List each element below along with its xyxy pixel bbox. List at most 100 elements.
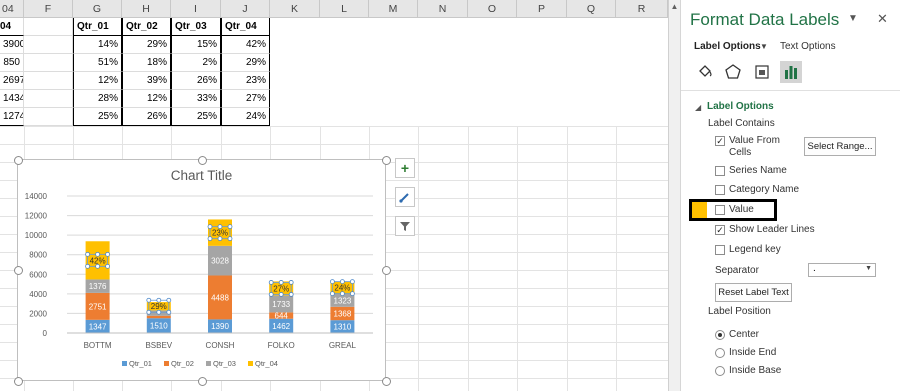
- tab-label-options[interactable]: Label Options: [694, 41, 761, 52]
- show-leader-lines-checkbox[interactable]: ✓: [715, 225, 725, 235]
- cell-e1[interactable]: 04: [0, 18, 24, 36]
- inside-end-radio[interactable]: [715, 348, 725, 358]
- stacked-bar-chart[interactable]: Chart Title 0 2000 4000 6000 8000 10000 12000 1…: [17, 159, 386, 381]
- column-header-k[interactable]: K: [270, 0, 320, 18]
- data-label[interactable]: 1376: [89, 282, 107, 291]
- section-label-options[interactable]: Label Options: [707, 101, 774, 112]
- cell-f3[interactable]: [24, 54, 73, 72]
- separator-dropdown[interactable]: . ▼: [808, 263, 876, 277]
- chart-resize-handle-ml[interactable]: [14, 266, 23, 275]
- cell-e4[interactable]: 2697: [0, 72, 24, 90]
- chart-resize-handle-tm[interactable]: [198, 156, 207, 165]
- data-label[interactable]: 27%: [273, 284, 289, 293]
- label-handle[interactable]: [166, 309, 172, 315]
- cell-i2[interactable]: 15%: [171, 36, 221, 54]
- bar-segment-qtr_02[interactable]: [146, 315, 171, 319]
- pane-options-dropdown-icon[interactable]: ▼: [848, 13, 858, 24]
- chart-resize-handle-tr[interactable]: [382, 156, 391, 165]
- cell-g3[interactable]: 51%: [73, 54, 122, 72]
- column-header-r[interactable]: R: [616, 0, 668, 18]
- column-header-g[interactable]: G: [73, 0, 122, 18]
- data-label[interactable]: 24%: [334, 284, 350, 293]
- series-name-checkbox[interactable]: [715, 166, 725, 176]
- cell-j6[interactable]: 24%: [221, 108, 270, 126]
- cell-j2[interactable]: 42%: [221, 36, 270, 54]
- chart-resize-handle-tl[interactable]: [14, 156, 23, 165]
- cell-i4[interactable]: 26%: [171, 72, 221, 90]
- legend-key-qtr_01[interactable]: [122, 361, 127, 366]
- cell-g2[interactable]: 14%: [73, 36, 122, 54]
- column-header-m[interactable]: M: [369, 0, 418, 18]
- data-label[interactable]: 644: [275, 312, 289, 321]
- cell-g5[interactable]: 28%: [73, 90, 122, 108]
- label-handle[interactable]: [227, 236, 233, 242]
- data-label[interactable]: 29%: [151, 302, 167, 311]
- cell-qtr01-header[interactable]: Qtr_01: [73, 18, 122, 36]
- category-name-checkbox[interactable]: [715, 185, 725, 195]
- cell-i6[interactable]: 25%: [171, 108, 221, 126]
- legend-entry[interactable]: Qtr_01: [129, 359, 152, 368]
- spreadsheet-grid[interactable]: 04 F G H I J K L M N O P Q R 04 Qtr_01 Q…: [0, 0, 668, 391]
- cell-h2[interactable]: 29%: [122, 36, 171, 54]
- chart-plot-area[interactable]: 0 2000 4000 6000 8000 10000 12000 14000 1347 2751…: [18, 160, 387, 382]
- label-handle[interactable]: [349, 279, 355, 285]
- scroll-up-arrow-icon[interactable]: ▲: [670, 2, 679, 11]
- cell-h3[interactable]: 18%: [122, 54, 171, 72]
- cell-j4[interactable]: 23%: [221, 72, 270, 90]
- data-label[interactable]: 1368: [334, 309, 352, 318]
- cell-f6[interactable]: [24, 108, 73, 126]
- column-header-f[interactable]: F: [24, 0, 73, 18]
- cell-g6[interactable]: 25%: [73, 108, 122, 126]
- label-handle[interactable]: [288, 292, 294, 297]
- data-label[interactable]: 1462: [272, 322, 290, 331]
- cell-i5[interactable]: 33%: [171, 90, 221, 108]
- legend-entry[interactable]: Qtr_02: [171, 359, 194, 368]
- column-header-j[interactable]: J: [221, 0, 270, 18]
- cell-h4[interactable]: 39%: [122, 72, 171, 90]
- fill-line-icon[interactable]: [694, 61, 716, 83]
- data-label[interactable]: 42%: [90, 256, 106, 265]
- chart-resize-handle-mr[interactable]: [382, 266, 391, 275]
- legend-key-qtr_04[interactable]: [248, 361, 253, 366]
- label-handle[interactable]: [166, 297, 172, 303]
- cell-e2[interactable]: 3900: [0, 36, 24, 54]
- cell-f1[interactable]: [24, 18, 73, 36]
- cell-qtr03-header[interactable]: Qtr_03: [171, 18, 221, 36]
- data-label[interactable]: 1510: [150, 322, 168, 331]
- label-handle[interactable]: [227, 224, 233, 230]
- legend-key-checkbox[interactable]: [715, 245, 725, 255]
- cell-h5[interactable]: 12%: [122, 90, 171, 108]
- column-header-p[interactable]: P: [517, 0, 567, 18]
- data-label[interactable]: 1347: [89, 322, 107, 331]
- data-label[interactable]: 1310: [334, 323, 352, 332]
- sheet-vertical-scrollbar[interactable]: ▲: [668, 0, 680, 391]
- chart-resize-handle-bl[interactable]: [14, 377, 23, 386]
- chart-elements-button[interactable]: +: [395, 158, 415, 178]
- label-handle[interactable]: [105, 263, 110, 269]
- column-header-e[interactable]: 04: [0, 0, 24, 18]
- data-label[interactable]: 3028: [211, 257, 229, 266]
- cell-h6[interactable]: 26%: [122, 108, 171, 126]
- cell-e3[interactable]: 850: [0, 54, 24, 72]
- label-options-bar-chart-icon[interactable]: [780, 61, 802, 83]
- cell-qtr04-header[interactable]: Qtr_04: [221, 18, 270, 36]
- data-label[interactable]: 1390: [211, 322, 229, 331]
- column-header-h[interactable]: H: [122, 0, 171, 18]
- chart-resize-handle-br[interactable]: [382, 377, 391, 386]
- legend-key-qtr_02[interactable]: [164, 361, 169, 366]
- chevron-down-icon[interactable]: ▼: [760, 42, 768, 51]
- center-radio[interactable]: [715, 330, 725, 340]
- data-label[interactable]: 4488: [211, 293, 229, 302]
- cell-g4[interactable]: 12%: [73, 72, 122, 90]
- cell-f2[interactable]: [24, 36, 73, 54]
- column-header-o[interactable]: O: [468, 0, 517, 18]
- effects-pentagon-icon[interactable]: [722, 61, 744, 83]
- cell-j3[interactable]: 29%: [221, 54, 270, 72]
- data-label[interactable]: 1323: [334, 296, 352, 305]
- value-from-cells-checkbox[interactable]: ✓: [715, 136, 725, 146]
- reset-label-text-button[interactable]: Reset Label Text: [715, 283, 792, 302]
- legend-entry[interactable]: Qtr_03: [213, 359, 236, 368]
- select-range-button[interactable]: Select Range...: [804, 137, 876, 156]
- cell-qtr02-header[interactable]: Qtr_02: [122, 18, 171, 36]
- chart-filters-button[interactable]: [395, 216, 415, 236]
